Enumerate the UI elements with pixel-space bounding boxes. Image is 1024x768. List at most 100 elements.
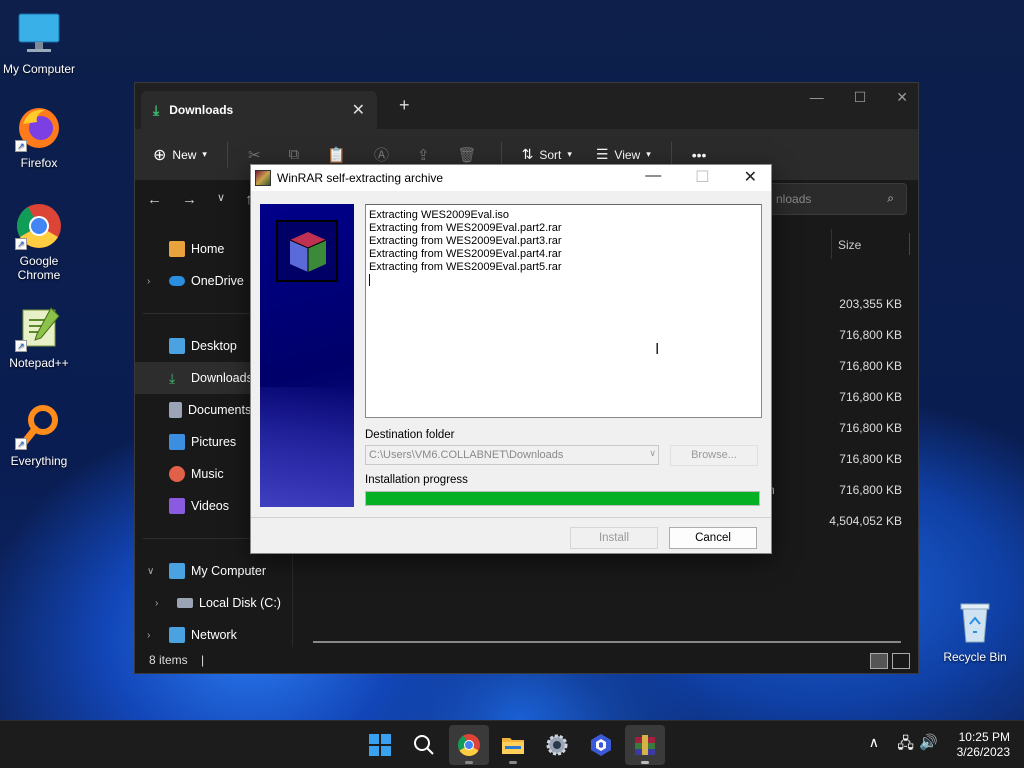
file-size: 716,800 KB (839, 328, 902, 342)
sidebar-item-label: OneDrive (191, 274, 244, 288)
chevron-right-icon[interactable]: › (147, 630, 150, 641)
archive-box-icon (276, 220, 338, 282)
drive-icon (177, 598, 193, 608)
file-size: 716,800 KB (839, 483, 902, 497)
chevron-right-icon[interactable]: › (155, 598, 158, 609)
banner-band (260, 387, 354, 507)
sidebar-item-label: Music (191, 467, 224, 481)
minimize-icon[interactable]: — (810, 89, 824, 106)
maximize-icon: ☐ (695, 169, 710, 186)
sidebar-item-label: Downloads (191, 371, 253, 385)
close-window-icon[interactable]: ✕ (896, 89, 908, 106)
desktop-icon-label: Google Chrome (17, 254, 61, 282)
desktop-icon-notepadpp[interactable]: ↗ Notepad++ (0, 304, 78, 370)
taskbar-file-explorer[interactable] (493, 725, 533, 765)
text-caret (369, 274, 370, 286)
cut-icon[interactable]: ✂ (248, 146, 261, 164)
window-controls: — ☐ ✕ (810, 89, 908, 106)
rename-icon[interactable]: Ⓐ (374, 144, 389, 165)
sidebar-item-label: Network (191, 628, 237, 642)
clock-date: 3/26/2023 (956, 745, 1010, 759)
dialog-titlebar: WinRAR self-extracting archive — ☐ ✕ (251, 165, 771, 191)
file-size: 4,504,052 KB (829, 514, 902, 528)
search-button[interactable] (404, 725, 444, 765)
explorer-titlebar: ⤓ Downloads ✕ + — ☐ ✕ (135, 83, 918, 129)
log-line: Extracting from WES2009Eval.part2.rar (369, 222, 562, 234)
desktop-icon-chrome[interactable]: ↗ Google Chrome (0, 202, 78, 282)
sidebar-item-label: Local Disk (C:) (199, 596, 281, 610)
clock[interactable]: 10:25 PM 3/26/2023 (930, 730, 1010, 760)
desktop-icon (169, 338, 185, 354)
download-arrow-icon: ⤓ (153, 101, 160, 118)
back-arrow-icon[interactable]: ← (147, 191, 162, 208)
cloud-icon (169, 276, 185, 286)
maximize-icon[interactable]: ☐ (854, 89, 867, 106)
notepadpp-icon: ↗ (15, 304, 63, 352)
share-icon[interactable]: ⇪ (417, 146, 430, 164)
sidebar-item-label: Pictures (191, 435, 237, 449)
forward-arrow-icon[interactable]: → (182, 191, 197, 208)
view-lines-icon: ☰ (595, 146, 609, 162)
chrome-icon (458, 734, 480, 756)
install-button: Install (570, 527, 658, 549)
progress-fill (366, 492, 759, 505)
windows-start-icon (369, 734, 391, 756)
winrar-logo-icon (255, 170, 271, 186)
close-icon[interactable]: ✕ (744, 167, 757, 187)
log-line: Extracting WES2009Eval.iso (369, 209, 510, 221)
desktop-icon-everything[interactable]: ↗ Everything (0, 402, 78, 468)
extraction-log[interactable]: Extracting WES2009Eval.iso Extracting fr… (365, 204, 762, 418)
winrar-side-banner (260, 204, 354, 507)
view-button[interactable]: ☰ View ▾ (596, 146, 651, 163)
destination-folder-value: C:\Users\VM6.COLLABNET\Downloads (369, 449, 564, 461)
sort-button[interactable]: ⇅ Sort ▾ (522, 146, 572, 163)
installation-progress-label: Installation progress (365, 474, 468, 486)
desktop-icon-label: Everything (10, 454, 68, 468)
desktop-icon-my-computer[interactable]: My Computer (0, 10, 78, 76)
chevron-down-icon[interactable]: ∨ (147, 566, 154, 577)
delete-icon[interactable]: 🗑 (458, 146, 477, 164)
new-button[interactable]: ⊕ New ▾ (153, 145, 207, 165)
file-size: 716,800 KB (839, 390, 902, 404)
more-options-icon[interactable]: ••• (692, 147, 707, 163)
recent-chevron-icon[interactable]: ∨ (217, 191, 225, 208)
network-status-icon[interactable]: 🖧 (897, 733, 914, 758)
cancel-button[interactable]: Cancel (669, 527, 757, 549)
item-count: 8 items (149, 653, 188, 667)
details-view-icon[interactable] (870, 653, 888, 669)
sidebar-item-my-computer[interactable]: ∨ My Computer (135, 555, 292, 587)
tab-downloads[interactable]: ⤓ Downloads ✕ (141, 91, 377, 129)
view-toggle (870, 653, 910, 669)
paste-icon[interactable]: 📋 (327, 146, 346, 164)
horizontal-scrollbar[interactable] (313, 641, 901, 643)
column-header-size[interactable]: Size (831, 229, 911, 259)
file-size: 716,800 KB (839, 359, 902, 373)
copy-icon[interactable]: ⧉ (289, 146, 300, 163)
winrar-sfx-dialog: WinRAR self-extracting archive — ☐ ✕ Ext… (250, 164, 772, 554)
show-hidden-icons-icon[interactable]: ∧ (869, 734, 879, 751)
taskbar-settings[interactable] (537, 725, 577, 765)
chevron-down-icon: ▾ (646, 149, 651, 159)
destination-folder-label: Destination folder (365, 429, 455, 441)
desktop-icon-firefox[interactable]: ↗ Firefox (0, 104, 78, 170)
new-tab-icon[interactable]: + (399, 95, 410, 116)
desktop-icon-recycle-bin[interactable]: Recycle Bin (936, 598, 1014, 664)
chevron-right-icon[interactable]: › (147, 276, 150, 287)
sidebar-item-local-disk[interactable]: › Local Disk (C:) (135, 587, 292, 619)
home-icon (169, 241, 185, 257)
taskbar-app[interactable] (581, 725, 621, 765)
chevron-down-icon: ▾ (202, 149, 207, 159)
minimize-icon[interactable]: — (645, 167, 661, 187)
taskbar-winrar[interactable] (625, 725, 665, 765)
file-explorer-icon (502, 738, 524, 754)
chevron-down-icon: ∨ (649, 448, 656, 458)
recycle-bin-icon (951, 598, 999, 646)
start-button[interactable] (360, 725, 400, 765)
search-input[interactable]: nloads ⌕ (765, 183, 907, 215)
taskbar-chrome[interactable] (449, 725, 489, 765)
sidebar-item-label: Documents (188, 403, 252, 417)
close-tab-icon[interactable]: ✕ (352, 100, 365, 120)
shortcut-arrow-icon: ↗ (15, 438, 27, 450)
tiles-view-icon[interactable] (892, 653, 910, 669)
magnifier-icon: ↗ (15, 402, 63, 450)
